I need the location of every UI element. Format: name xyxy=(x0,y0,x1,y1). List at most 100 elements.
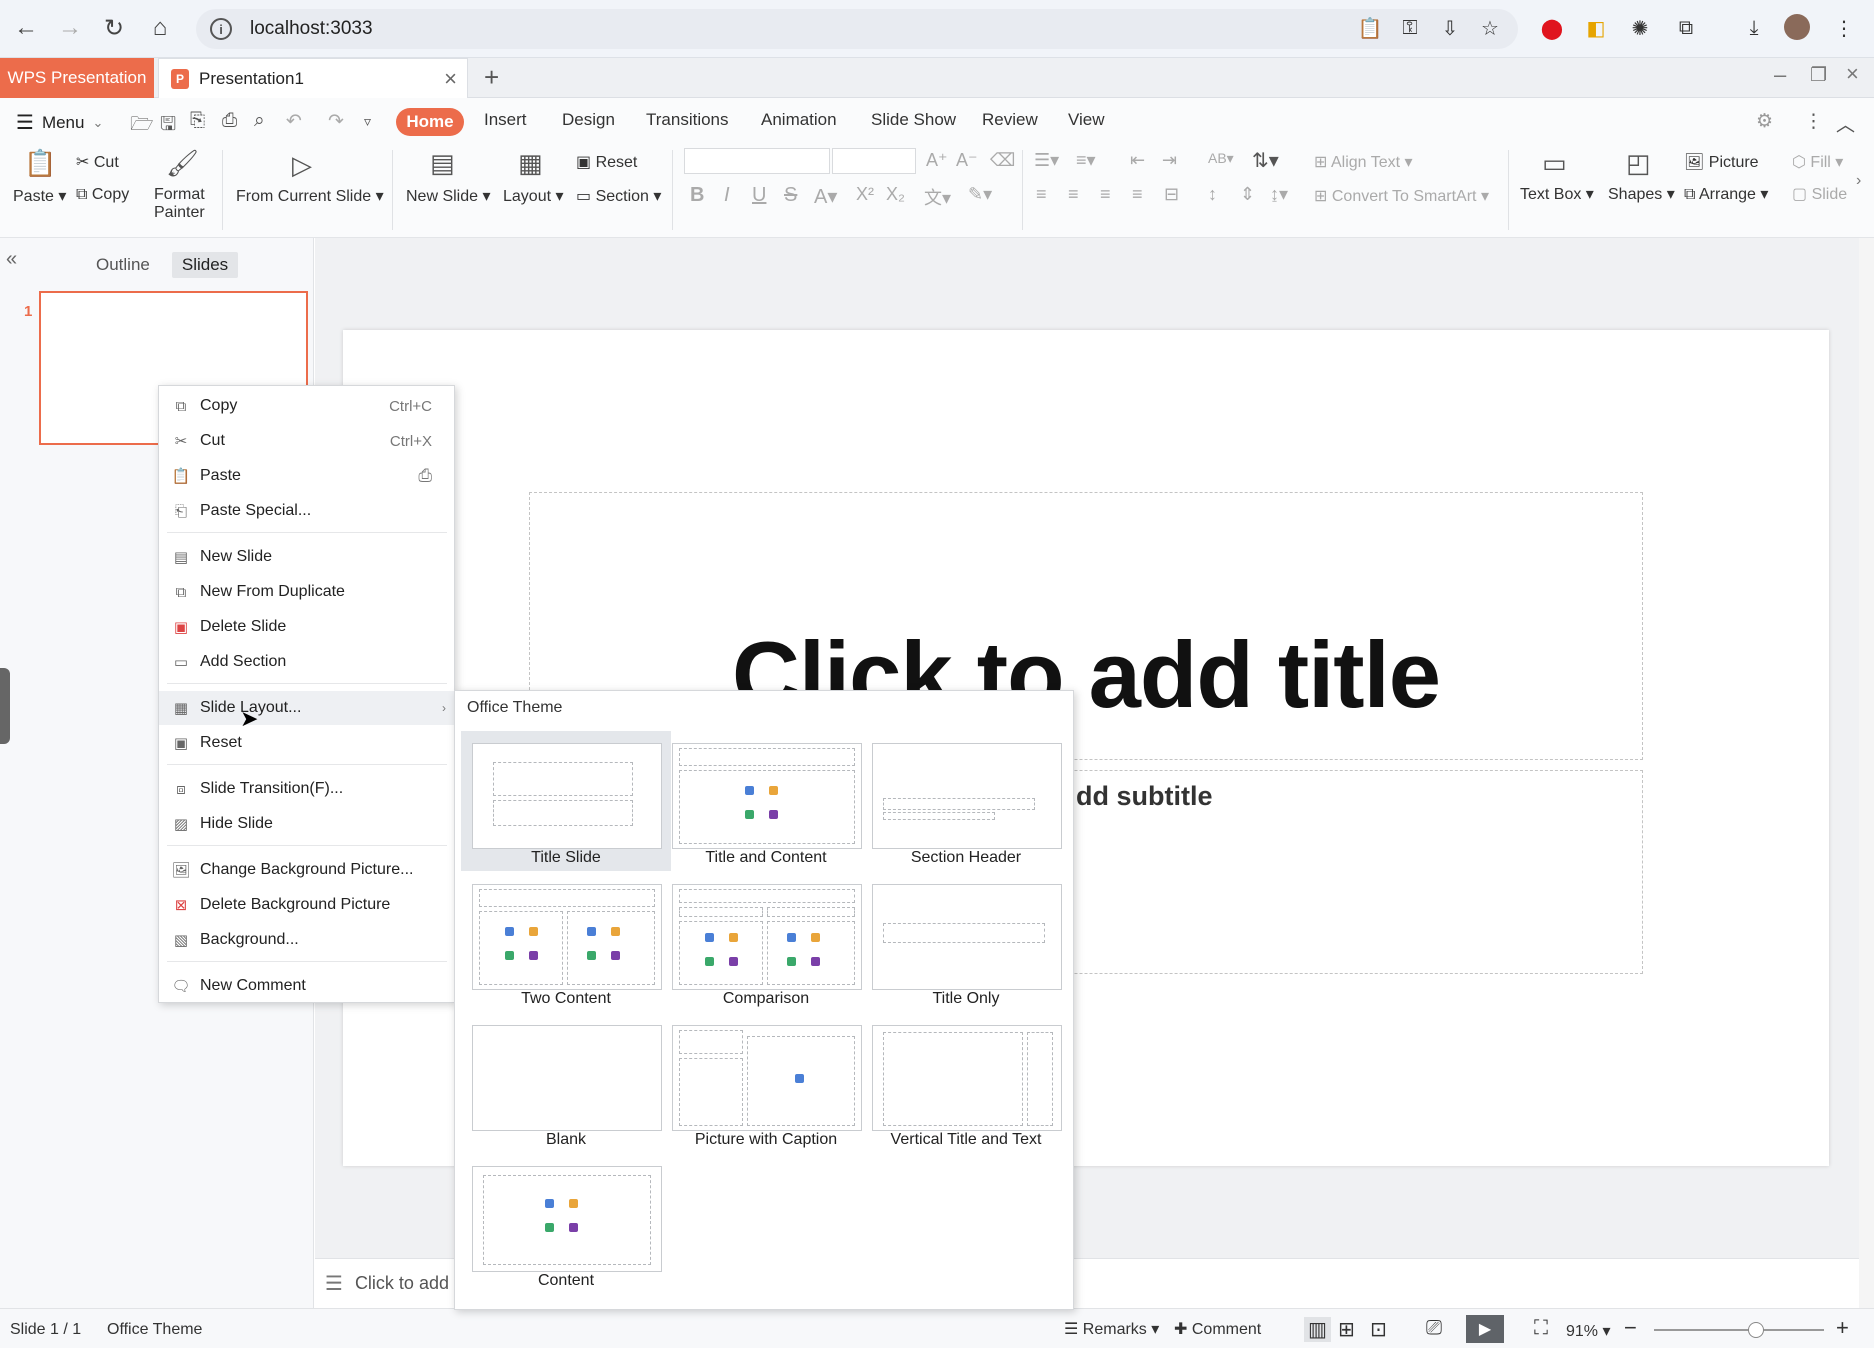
superscript-icon[interactable]: X² xyxy=(856,184,874,205)
layout-section-header[interactable]: Section Header xyxy=(861,731,1071,871)
comment-button[interactable]: ✚ Comment xyxy=(1174,1319,1261,1339)
new-tab-icon[interactable]: + xyxy=(484,62,499,93)
text-box-button[interactable]: Text Box ▾ xyxy=(1520,184,1594,204)
open-folder-icon[interactable]: 🗁 xyxy=(130,110,154,142)
layout-button[interactable]: Layout ▾ xyxy=(503,186,564,206)
align-right-icon[interactable]: ≡ xyxy=(1100,184,1111,205)
menu-item-new-slide[interactable]: ▤ New Slide xyxy=(159,540,454,574)
more-options-icon[interactable]: ⋮ xyxy=(1804,110,1823,133)
reload-icon[interactable]: ↻ xyxy=(96,10,132,46)
distribute-icon[interactable]: ⊟ xyxy=(1164,184,1179,205)
font-size-dropdown[interactable] xyxy=(832,148,916,174)
undo-icon[interactable]: ↶ xyxy=(286,110,302,133)
presentation-tab[interactable]: P Presentation1 × xyxy=(158,58,468,98)
tab-animation[interactable]: Animation xyxy=(761,110,837,130)
reading-view-icon[interactable]: ⊡ xyxy=(1370,1317,1387,1342)
site-info-icon[interactable]: i xyxy=(210,18,232,40)
download-icon[interactable]: ⤓ xyxy=(1740,14,1768,42)
wps-home-tab[interactable]: WPS Presentation xyxy=(0,58,154,98)
format-painter-icon[interactable]: 🖌 xyxy=(166,148,199,179)
back-icon[interactable]: ← xyxy=(8,10,44,46)
tab-transitions[interactable]: Transitions xyxy=(646,110,729,130)
slide-sorter-icon[interactable]: ⊞ xyxy=(1338,1317,1355,1342)
minimize-icon[interactable]: – xyxy=(1774,62,1786,88)
menu-item-add-section[interactable]: ▭ Add Section xyxy=(159,645,454,679)
fill-button[interactable]: ⬡ Fill ▾ xyxy=(1792,152,1843,172)
paste-option-icon[interactable]: ⎙ xyxy=(418,466,432,486)
settings-icon[interactable]: ⚙ xyxy=(1756,110,1773,133)
key-icon[interactable]: ⚿ xyxy=(1396,14,1424,42)
copy-button[interactable]: ⧉ Copy xyxy=(76,186,129,204)
line-spacing-icon[interactable]: ↕ xyxy=(1208,184,1217,205)
picture-button[interactable]: 🖼 Picture xyxy=(1684,152,1759,172)
restore-icon[interactable]: ❐ xyxy=(1810,64,1827,87)
layout-comparison[interactable]: Comparison xyxy=(661,872,871,1012)
menu-item-change-background-picture[interactable]: 🖼 Change Background Picture... xyxy=(159,853,454,887)
tab-view[interactable]: View xyxy=(1068,110,1105,130)
bold-icon[interactable]: B xyxy=(690,184,704,207)
zoom-percent[interactable]: 91% ▾ xyxy=(1566,1321,1611,1341)
layout-two-content[interactable]: Two Content xyxy=(461,872,671,1012)
remarks-button[interactable]: ☰ Remarks ▾ xyxy=(1064,1319,1159,1339)
play-icon[interactable]: ▷ xyxy=(292,150,312,181)
menu-item-cut[interactable]: ✂ Cut Ctrl+X xyxy=(159,424,454,458)
zoom-in-icon[interactable]: + xyxy=(1836,1315,1849,1341)
main-menu-button[interactable]: ☰ Menu ⌄ xyxy=(16,110,103,135)
menu-item-delete-slide[interactable]: ▣ Delete Slide xyxy=(159,610,454,644)
play-slideshow-icon[interactable]: ▶ xyxy=(1466,1315,1504,1343)
menu-item-paste[interactable]: 📋 Paste ⎙ xyxy=(159,459,454,493)
clear-format-icon[interactable]: ⌫ xyxy=(990,150,1015,171)
menu-item-new-from-duplicate[interactable]: ⧉ New From Duplicate xyxy=(159,575,454,609)
layout-title-only[interactable]: Title Only xyxy=(861,872,1071,1012)
increase-indent-icon[interactable]: ⇥ xyxy=(1162,150,1177,171)
underline-icon[interactable]: U xyxy=(752,184,766,207)
layout-content[interactable]: Content xyxy=(461,1154,671,1294)
arrange-button[interactable]: ⧉ Arrange ▾ xyxy=(1684,184,1768,204)
tab-insert[interactable]: Insert xyxy=(484,110,527,130)
strikethrough-icon[interactable]: S xyxy=(784,184,797,207)
slide-button[interactable]: ▢ Slide xyxy=(1792,184,1847,204)
paste-icon[interactable]: 📋 xyxy=(24,148,56,179)
layout-vertical-title-and-text[interactable]: Vertical Title and Text xyxy=(861,1013,1071,1153)
shapes-button[interactable]: Shapes ▾ xyxy=(1608,184,1675,204)
normal-view-icon[interactable]: ▥ xyxy=(1304,1317,1331,1342)
tab-slide-show[interactable]: Slide Show xyxy=(871,110,956,130)
align-left-icon[interactable]: ≡ xyxy=(1036,184,1047,205)
align-text-button[interactable]: ⊞ Align Text ▾ xyxy=(1314,152,1413,172)
align-center-icon[interactable]: ≡ xyxy=(1068,184,1079,205)
spacing-options-icon[interactable]: ↨▾ xyxy=(1270,184,1288,205)
star-icon[interactable]: ☆ xyxy=(1476,14,1504,42)
convert-smartart-button[interactable]: ⊞ Convert To SmartArt ▾ xyxy=(1314,186,1489,206)
menu-item-background[interactable]: ▧ Background... xyxy=(159,923,454,957)
install-icon[interactable]: ⇩ xyxy=(1436,14,1464,42)
export-icon[interactable]: ⎘ xyxy=(190,110,205,132)
paste-button[interactable]: Paste ▾ xyxy=(13,186,66,206)
address-bar[interactable]: i localhost:3033 xyxy=(196,9,1518,49)
bullets-icon[interactable]: ☰▾ xyxy=(1034,150,1059,171)
zoom-slider[interactable] xyxy=(1654,1322,1824,1338)
new-slide-icon[interactable]: ▤ xyxy=(430,148,455,179)
highlight-icon[interactable]: ✎▾ xyxy=(968,184,992,205)
opera-extension-icon[interactable]: ⬤ xyxy=(1538,14,1566,42)
text-direction-icon[interactable]: AB▾ xyxy=(1208,150,1234,167)
decrease-indent-icon[interactable]: ⇤ xyxy=(1130,150,1145,171)
tab-design[interactable]: Design xyxy=(562,110,615,130)
zoom-slider-thumb[interactable] xyxy=(1748,1322,1764,1338)
theme-name[interactable]: Office Theme xyxy=(107,1321,202,1339)
puzzle-icon[interactable]: ⧉ xyxy=(1672,14,1700,42)
vertical-scrollbar[interactable] xyxy=(1859,238,1874,1308)
collapse-ribbon-icon[interactable]: ︿ xyxy=(1836,110,1855,137)
redo-icon[interactable]: ↷ xyxy=(328,110,344,133)
numbering-icon[interactable]: ≡▾ xyxy=(1076,150,1096,171)
menu-item-delete-background-picture[interactable]: ⊠ Delete Background Picture xyxy=(159,888,454,922)
format-painter-button[interactable]: Format Painter xyxy=(154,186,205,222)
avatar[interactable] xyxy=(1784,14,1810,40)
layout-icon[interactable]: ▦ xyxy=(518,148,543,179)
color-extension-icon[interactable]: ◧ xyxy=(1582,14,1610,42)
print-preview-icon[interactable]: ⌕ xyxy=(254,110,265,132)
increase-font-icon[interactable]: A⁺ xyxy=(926,150,948,171)
save-icon[interactable]: 🖫 xyxy=(160,110,176,142)
shapes-icon[interactable]: ◰ xyxy=(1626,148,1651,179)
kebab-menu-icon[interactable]: ⋮ xyxy=(1830,14,1858,42)
collapse-panel-icon[interactable]: « xyxy=(6,248,17,271)
